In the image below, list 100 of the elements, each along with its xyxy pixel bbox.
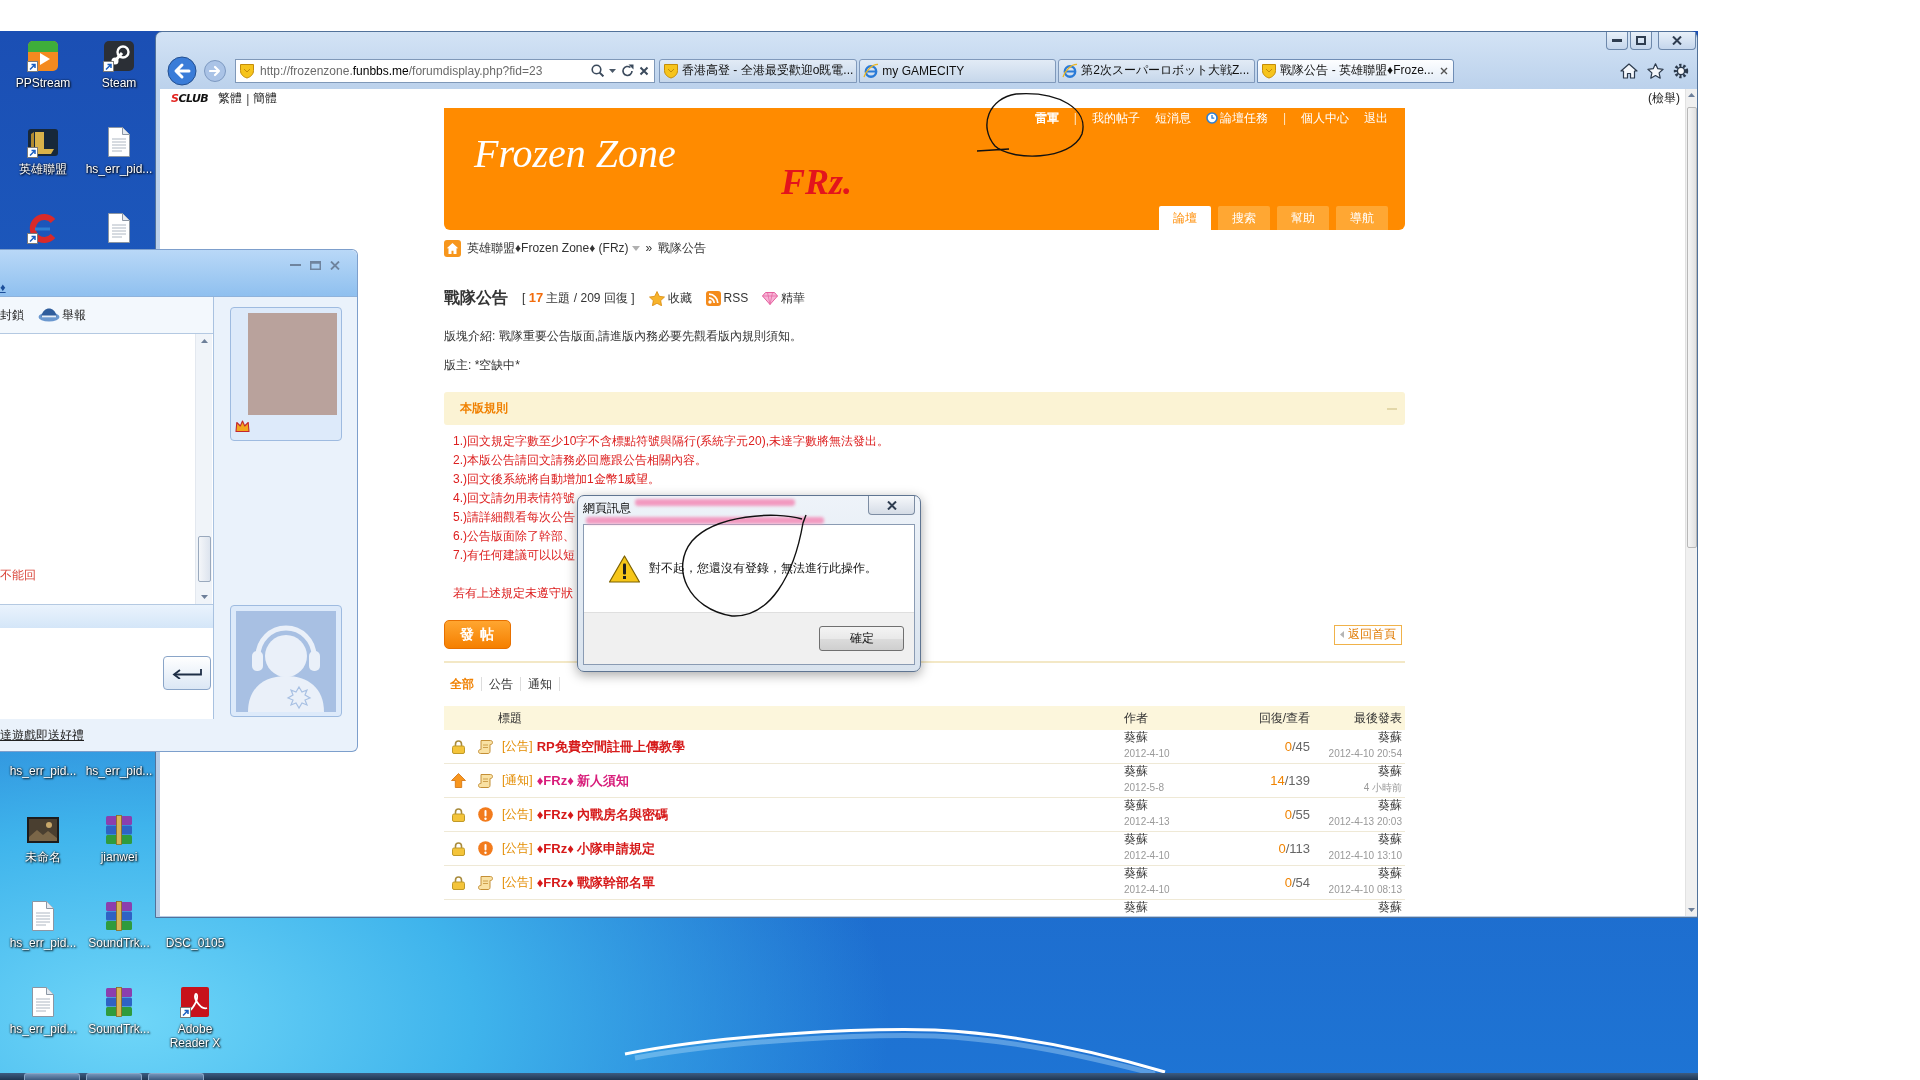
browser-tab[interactable]: my GAMECITY — [859, 58, 1057, 83]
taskbar-button[interactable] — [24, 1073, 80, 1080]
star-icon[interactable] — [1647, 62, 1664, 79]
author-link[interactable]: 葵蘇 — [1124, 900, 1148, 914]
breadcrumb-link[interactable]: 戰隊公告 — [658, 239, 707, 257]
toolbar-link[interactable]: 封鎖 — [0, 306, 24, 324]
close-icon[interactable] — [1440, 66, 1449, 75]
author-link[interactable]: 葵蘇 — [1124, 798, 1148, 812]
author-link[interactable]: 葵蘇 — [1124, 764, 1148, 778]
close-button[interactable] — [868, 496, 915, 515]
document-icon[interactable] — [107, 127, 131, 157]
reply-view-count: 0/54 — [1284, 875, 1310, 890]
ok-button[interactable]: 確定 — [819, 626, 904, 651]
author-link[interactable]: 葵蘇 — [1124, 730, 1148, 744]
play-tile-icon[interactable] — [27, 40, 59, 72]
browser-tab[interactable]: 香港高登 - 全港最受歡迎o既電... — [659, 58, 858, 83]
desktop-icon-label[interactable]: hs_err_pid... — [85, 162, 153, 176]
last-poster-link[interactable]: 葵蘇 — [1378, 900, 1402, 914]
taskbar-button[interactable] — [148, 1073, 204, 1080]
document-icon[interactable] — [31, 987, 55, 1017]
language-link[interactable]: 繁體 — [218, 90, 243, 107]
toolbar-link[interactable]: 舉報 — [38, 306, 86, 324]
shield-icon — [239, 62, 255, 79]
chat-message: 不能回 — [0, 567, 36, 583]
site-logo[interactable]: SCLUB — [171, 92, 209, 105]
scroll-down-icon[interactable] — [1688, 908, 1695, 912]
last-post-time: 2012-4-10 20:54 — [1328, 747, 1402, 760]
last-poster-link[interactable]: 葵蘇 — [1378, 764, 1402, 778]
scroll-up-icon[interactable] — [1688, 93, 1695, 97]
scrollbar[interactable] — [1685, 89, 1697, 916]
last-post-time: 2012-4-10 08:13 — [1328, 883, 1402, 896]
shield-icon — [663, 62, 679, 79]
contact-name[interactable]: ♦ — [0, 280, 6, 294]
digest-link[interactable]: 精華 — [762, 289, 806, 307]
document-icon[interactable] — [107, 213, 131, 243]
maximize-button[interactable] — [1630, 32, 1652, 50]
thread-title-link[interactable]: ♦FRz♦ 戰隊幹部名單 — [536, 873, 656, 892]
taskbar-button[interactable] — [86, 1073, 142, 1080]
archive-stack-icon[interactable] — [104, 987, 134, 1017]
last-poster-link[interactable]: 葵蘇 — [1378, 832, 1402, 846]
last-poster-link[interactable]: 葵蘇 — [1378, 798, 1402, 812]
scrollbar-thumb[interactable] — [197, 536, 211, 582]
pdf-logo-icon[interactable] — [180, 986, 210, 1018]
settings-icon[interactable] — [1673, 62, 1689, 79]
post-date: 2012-4-10 — [1124, 883, 1170, 896]
logo-tagline: FRz. — [781, 162, 853, 202]
scrollbar[interactable] — [195, 334, 212, 604]
round-logo-icon[interactable] — [103, 40, 135, 72]
last-poster-link[interactable]: 葵蘇 — [1378, 866, 1402, 880]
language-link[interactable]: 簡體 — [253, 90, 278, 107]
home-icon[interactable] — [1620, 62, 1638, 79]
desktop-icon-label[interactable]: Steam — [101, 76, 137, 90]
author-link[interactable]: 葵蘇 — [1124, 832, 1148, 846]
last-poster-link[interactable]: 葵蘇 — [1378, 730, 1402, 744]
scroll-up-icon[interactable] — [200, 339, 208, 343]
maximize-icon — [1636, 36, 1646, 45]
left-triangle-icon — [1340, 631, 1344, 638]
image-thumbnail-icon[interactable] — [27, 817, 59, 843]
thread-title-link[interactable]: RP免費空間註冊上傳教學 — [536, 737, 685, 756]
thread-title-link[interactable]: ♦FRz♦ 內戰房名與密碼 — [536, 805, 669, 824]
thread-title-link[interactable]: ♦FRz♦ 小隊申請規定 — [536, 839, 656, 858]
forward-button[interactable] — [204, 59, 226, 82]
desktop-icon-label[interactable]: PPStream — [15, 76, 71, 90]
maximize-icon[interactable] — [310, 260, 321, 270]
refresh-icon[interactable] — [621, 64, 634, 77]
scrollbar-thumb[interactable] — [1686, 107, 1697, 548]
link-separator: | — [1282, 111, 1286, 125]
browser-tab[interactable]: 戰隊公告 - 英雄聯盟♦Froze... — [1257, 58, 1455, 83]
dropdown-caret-icon[interactable] — [609, 68, 616, 73]
rule-line: 6.)公告版面除了幹部、 — [453, 528, 575, 545]
scroll-icon — [477, 875, 493, 890]
lock-icon — [451, 875, 465, 890]
emblem-icon[interactable] — [27, 126, 59, 158]
thread-title-link[interactable]: ♦FRz♦ 新人須知 — [536, 771, 630, 790]
url-field[interactable]: http://frozenzone.funbbs.me/forumdisplay.php?fid=23 — [260, 63, 543, 78]
link-separator: | — [1073, 111, 1077, 125]
back-button[interactable] — [167, 55, 197, 86]
promo-link[interactable]: 達遊戲即送好禮 — [0, 726, 84, 744]
favorite-link[interactable]: 收藏 — [648, 289, 692, 307]
desktop-icon-label[interactable]: 英雄聯盟 — [19, 162, 67, 176]
ringed-globe-icon — [1062, 62, 1079, 79]
search-icon[interactable] — [591, 64, 604, 77]
browser-tab[interactable]: 第2次スーパーロボット大戦Z... — [1058, 58, 1256, 83]
send-button[interactable] — [163, 656, 211, 690]
stop-icon[interactable] — [639, 65, 649, 76]
breadcrumb-link[interactable]: 英雄聯盟♦Frozen Zone♦ (FRz) — [467, 239, 629, 257]
report-link[interactable]: (檢舉) — [1648, 90, 1680, 107]
minimize-button[interactable] — [1606, 32, 1628, 50]
filter-tab[interactable]: 通知 — [521, 677, 560, 691]
document-icon[interactable] — [31, 901, 55, 931]
author-link[interactable]: 葵蘇 — [1124, 866, 1148, 880]
close-button[interactable] — [1658, 32, 1696, 50]
rss-link[interactable]: RSS — [705, 290, 749, 306]
forum-description: 版塊介紹: 戰隊重要公告版面,請進版內務必要先觀看版內規則須知。 — [444, 328, 803, 345]
archive-stack-icon[interactable] — [104, 901, 134, 931]
archive-stack-icon[interactable] — [104, 815, 134, 845]
scroll-down-icon[interactable] — [200, 595, 208, 599]
filter-tab[interactable]: 公告 — [482, 677, 521, 691]
reply-view-count: 0/45 — [1284, 739, 1310, 754]
default-avatar-icon — [236, 611, 336, 712]
